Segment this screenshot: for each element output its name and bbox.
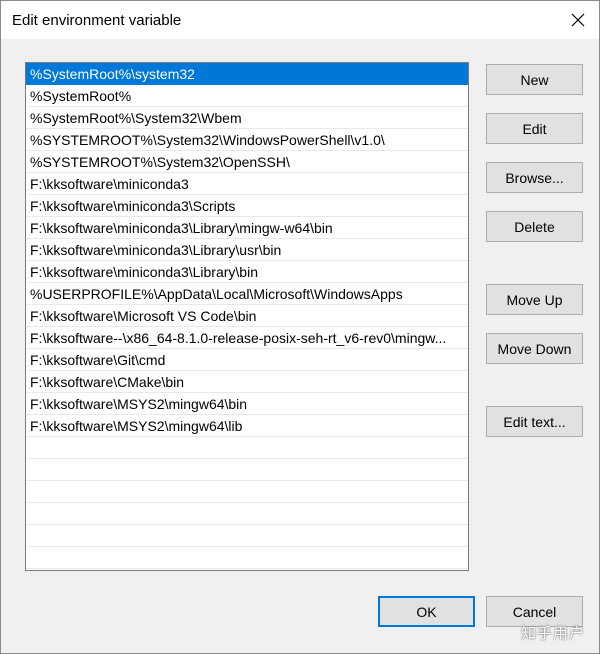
move-up-button[interactable]: Move Up	[486, 284, 583, 315]
path-list-item[interactable]: F:\kksoftware\Git\cmd	[26, 349, 468, 371]
path-list-item[interactable]: %USERPROFILE%\AppData\Local\Microsoft\Wi…	[26, 283, 468, 305]
move-down-button[interactable]: Move Down	[486, 333, 583, 364]
browse-button[interactable]: Browse...	[486, 162, 583, 193]
watermark: 知乎用户	[520, 625, 585, 642]
path-list-item[interactable]	[26, 569, 468, 570]
path-list-item[interactable]: F:\kksoftware\miniconda3\Library\usr\bin	[26, 239, 468, 261]
path-list-item[interactable]: F:\kksoftware\Microsoft VS Code\bin	[26, 305, 468, 327]
path-list-item[interactable]	[26, 503, 468, 525]
path-list-item[interactable]: F:\kksoftware\CMake\bin	[26, 371, 468, 393]
path-list-item[interactable]: F:\kksoftware\miniconda3\Library\mingw-w…	[26, 217, 468, 239]
edit-environment-variable-dialog: Edit environment variable %SystemRoot%\s…	[0, 0, 600, 654]
path-list-item[interactable]	[26, 525, 468, 547]
window-title: Edit environment variable	[12, 12, 182, 29]
path-list-item[interactable]: %SystemRoot%\system32	[26, 63, 468, 85]
path-list-item[interactable]: F:\kksoftware\MSYS2\mingw64\lib	[26, 415, 468, 437]
path-list-item[interactable]: F:\kksoftware\MSYS2\mingw64\bin	[26, 393, 468, 415]
close-icon	[571, 13, 585, 27]
path-list-item[interactable]: F:\kksoftware\miniconda3\Scripts	[26, 195, 468, 217]
path-list[interactable]: %SystemRoot%\system32 %SystemRoot% %System…	[25, 62, 469, 571]
path-list-item[interactable]: %SystemRoot%\System32\Wbem	[26, 107, 468, 129]
ok-button[interactable]: OK	[378, 596, 475, 627]
edit-text-button[interactable]: Edit text...	[486, 406, 583, 437]
path-list-item[interactable]: %SystemRoot%	[26, 85, 468, 107]
edit-button[interactable]: Edit	[486, 113, 583, 144]
close-button[interactable]	[561, 5, 595, 35]
new-button[interactable]: New	[486, 64, 583, 95]
path-list-item[interactable]: F:\kksoftware--\x86_64-8.1.0-release-pos…	[26, 327, 468, 349]
path-list-item[interactable]	[26, 437, 468, 459]
path-list-item[interactable]	[26, 547, 468, 569]
path-list-item[interactable]: %SYSTEMROOT%\System32\OpenSSH\	[26, 151, 468, 173]
path-list-item[interactable]: %SYSTEMROOT%\System32\WindowsPowerShell\…	[26, 129, 468, 151]
path-list-item[interactable]	[26, 459, 468, 481]
path-list-item[interactable]: F:\kksoftware\miniconda3\Library\bin	[26, 261, 468, 283]
title-bar: Edit environment variable	[1, 1, 599, 39]
path-list-item[interactable]: F:\kksoftware\miniconda3	[26, 173, 468, 195]
path-list-item[interactable]	[26, 481, 468, 503]
delete-button[interactable]: Delete	[486, 211, 583, 242]
